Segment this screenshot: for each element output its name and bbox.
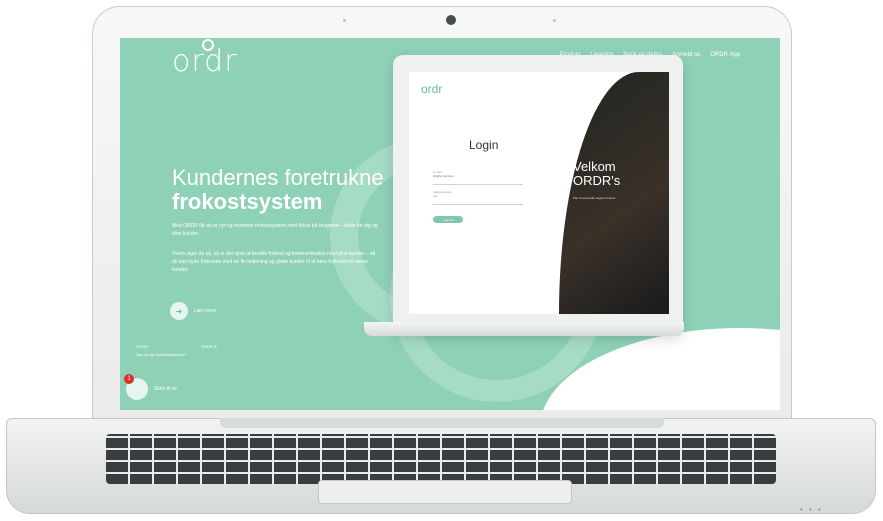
camera-icon [446,15,456,25]
read-more-label: Læs mere [194,308,217,314]
mockup-logo: ordr [421,82,443,96]
sensor-dot [553,19,556,22]
keyboard [106,434,776,484]
footer-brand: ORDR [136,344,148,349]
arrow-icon: ➜ [170,302,188,320]
welcome-subtitle: Klar til at bestille dagens frokost [573,196,616,200]
hero-title-line2: frokostsystem [172,189,323,214]
logo-ring-icon [202,39,214,51]
login-title: Login [469,138,499,152]
mockup-base [364,322,684,336]
hero-title: Kundernes foretrukne frokostsystem [172,166,384,214]
hero-paragraph: Hvem siger du så, så er det sjovt at bes… [172,251,376,273]
chat-icon[interactable]: 1 [124,374,148,400]
trackpad [318,480,572,504]
welcome-line2: ORDR's [573,173,621,188]
welcome-heading: Velkom ORDR's [573,160,620,188]
password-field[interactable]: •••• [433,194,523,205]
status-leds: • • • [800,505,823,514]
email-field[interactable]: din@email.com [433,174,523,185]
footer-sub: Har du set frokostsystemet? [136,352,186,357]
nav-item-app[interactable]: ORDR App [710,52,740,58]
login-button[interactable]: Log ind [433,216,463,223]
chat-widget[interactable]: 1 Skriv til os [124,374,177,400]
laptop-hinge [220,418,664,428]
footer-brand-alt: ORDR ⊕ [200,344,218,349]
hero-paragraph: Med ORDR får du et nyt og moderne frokos… [172,223,378,237]
footer-label: ORDR ORDR ⊕ [136,344,217,349]
mockup-screen: ordr Login E-mail din@email.com Adgangsk… [409,72,669,314]
welcome-photo [559,72,669,314]
welcome-line1: Velkom [573,159,616,174]
sensor-dot [343,19,346,22]
hero-title-line1: Kundernes foretrukne [172,165,384,190]
chat-label: Skriv til os [154,386,177,392]
read-more-button[interactable]: ➜ Læs mere [170,302,217,320]
chat-badge: 1 [124,374,134,384]
